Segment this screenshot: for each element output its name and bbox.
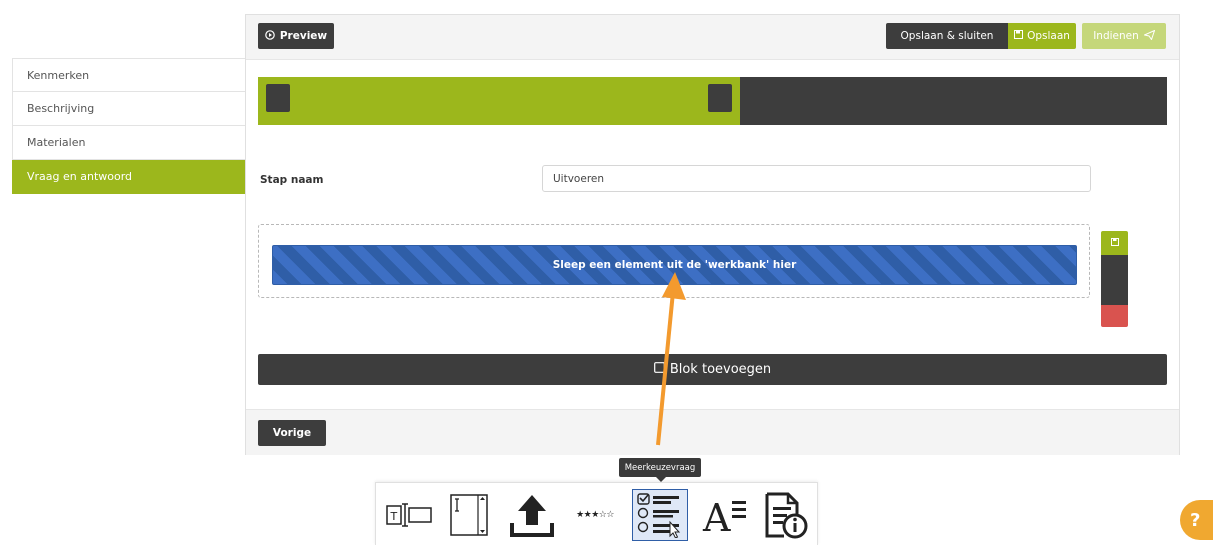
tool-rating[interactable]: ★★★☆☆ [568,489,622,541]
progress-fill [258,77,740,125]
block-save-button[interactable] [1101,231,1128,255]
svg-text:T: T [390,510,398,523]
block-controls [1101,231,1128,327]
add-block-button[interactable]: Blok toevoegen [258,354,1167,385]
workbench: T ★★★☆☆ A [375,482,818,545]
text-format-icon: A [702,495,748,535]
step-marker-1[interactable] [266,84,290,112]
tool-multiple-choice[interactable] [632,489,688,541]
sidebar-item-kenmerken[interactable]: Kenmerken [12,58,246,92]
panel-footer: Vorige [246,409,1179,455]
tooltip-text: Meerkeuzevraag [624,462,696,473]
paper-plane-icon [1142,29,1156,43]
step-progress-bar [258,77,1167,125]
tool-tooltip: Meerkeuzevraag [619,458,701,482]
floppy-disk-icon [1014,30,1024,42]
preview-button[interactable]: Preview [258,23,334,49]
top-toolbar: Preview Opslaan & sluiten Opslaan Indien… [246,15,1179,60]
upload-icon [508,491,556,539]
text-input-icon: T [386,502,432,528]
step-marker-2[interactable] [708,84,732,112]
sidebar: Kenmerken Beschrijving Materialen Vraag … [12,58,246,194]
save-button[interactable]: Opslaan [1008,23,1076,49]
previous-label: Vorige [272,427,312,439]
editor-panel: Preview Opslaan & sluiten Opslaan Indien… [245,14,1180,455]
multiple-choice-icon [636,492,684,538]
help-label: ? [1190,509,1201,531]
sidebar-item-vraag-en-antwoord[interactable]: Vraag en antwoord [12,160,246,194]
previous-button[interactable]: Vorige [258,420,326,446]
save-and-close-label: Opslaan & sluiten [900,30,994,42]
orange-arrow-annotation [656,272,686,446]
block-drag-handle[interactable] [1101,255,1128,305]
tool-text-format[interactable]: A [698,489,752,541]
sidebar-item-materialen[interactable]: Materialen [12,126,246,160]
floppy-disk-icon [1110,237,1119,249]
sidebar-item-beschrijving[interactable]: Beschrijving [12,92,246,126]
tool-text-input[interactable]: T [384,489,434,541]
save-and-close-button[interactable]: Opslaan & sluiten [886,23,1008,49]
rating-stars-icon: ★★★☆☆ [576,510,614,520]
block-delete-button[interactable] [1101,305,1128,327]
step-name-label: Stap naam [260,174,324,186]
help-button[interactable]: ? [1180,500,1213,540]
tool-textarea[interactable] [444,489,494,541]
submit-button[interactable]: Indienen [1082,23,1166,49]
document-info-icon [764,491,808,539]
submit-label: Indienen [1093,30,1139,42]
step-name-value: Uitvoeren [553,172,605,185]
svg-text:A: A [702,496,731,535]
play-circle-icon [265,29,275,43]
step-name-input[interactable]: Uitvoeren [542,165,1091,192]
save-label: Opslaan [1027,30,1070,42]
preview-label: Preview [279,30,328,42]
tool-document-info[interactable] [760,489,812,541]
textarea-icon [449,493,489,537]
tool-upload[interactable] [504,489,560,541]
